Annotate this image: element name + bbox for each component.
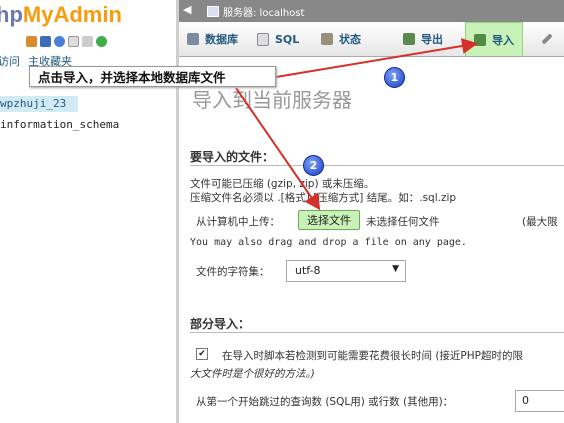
step-badge-2: 2 bbox=[303, 155, 324, 176]
arrow-to-choose-file bbox=[235, 87, 321, 211]
arrow-to-import-tab bbox=[275, 38, 478, 78]
step-badge-1: 1 bbox=[384, 67, 405, 88]
annotation-arrows bbox=[235, 38, 478, 211]
annotation-callout: 点击导入，并选择本地数据库文件 bbox=[29, 66, 276, 87]
